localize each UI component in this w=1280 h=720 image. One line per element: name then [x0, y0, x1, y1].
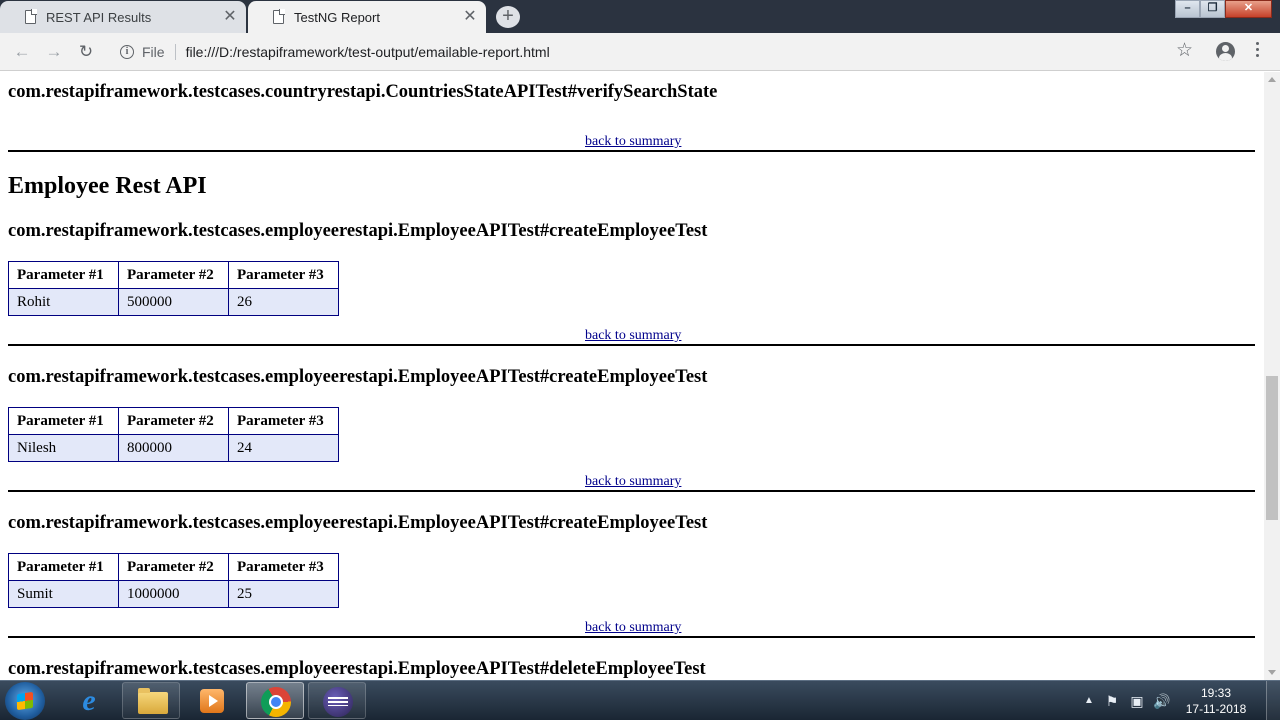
file-explorer-icon	[138, 688, 168, 714]
table-cell: Sumit	[8, 580, 119, 608]
close-window-icon[interactable]: ✕	[1225, 0, 1272, 18]
document-icon	[273, 9, 285, 24]
group-title: Employee Rest API	[8, 173, 207, 199]
document-icon	[25, 9, 37, 24]
vertical-scrollbar[interactable]	[1264, 72, 1280, 680]
table-header-row: Parameter #1 Parameter #2 Parameter #3	[8, 261, 339, 289]
column-header: Parameter #3	[228, 553, 339, 581]
method-heading: com.restapiframework.testcases.countryre…	[8, 82, 718, 102]
account-icon[interactable]	[1216, 42, 1235, 61]
table-header-row: Parameter #1 Parameter #2 Parameter #3	[8, 553, 339, 581]
close-tab-icon[interactable]: ✕	[222, 9, 238, 25]
tab-title: TestNG Report	[294, 9, 380, 25]
scheme-chip: File	[142, 44, 165, 60]
scroll-up-arrow-icon[interactable]	[1268, 77, 1276, 82]
table-row: Rohit 500000 26	[8, 288, 339, 316]
taskbar-file-explorer[interactable]	[122, 682, 180, 719]
column-header: Parameter #2	[118, 553, 229, 581]
bookmark-star-icon[interactable]: ☆	[1176, 41, 1193, 61]
tab-strip: REST API Results ✕ TestNG Report ✕ + – ❐…	[0, 0, 1280, 33]
tab-rest-api-results[interactable]: REST API Results ✕	[0, 1, 246, 33]
media-player-icon	[200, 689, 224, 713]
page-viewport: com.restapiframework.testcases.countryre…	[0, 72, 1264, 680]
divider	[8, 490, 1255, 492]
divider	[8, 344, 1255, 346]
scroll-down-arrow-icon[interactable]	[1268, 670, 1276, 675]
new-tab-button[interactable]: +	[496, 6, 520, 28]
table-cell: 1000000	[118, 580, 229, 608]
column-header: Parameter #1	[8, 553, 119, 581]
start-button[interactable]	[5, 682, 45, 720]
method-heading: com.restapiframework.testcases.employeer…	[8, 367, 708, 387]
taskbar-media-player[interactable]	[183, 682, 241, 719]
minimize-icon[interactable]: –	[1175, 0, 1200, 18]
table-cell: 500000	[118, 288, 229, 316]
back-to-summary-link[interactable]: back to summary	[585, 474, 681, 490]
scrollbar-thumb[interactable]	[1266, 376, 1278, 520]
table-cell: Nilesh	[8, 434, 119, 462]
clock-time: 19:33	[1200, 686, 1232, 700]
method-heading: com.restapiframework.testcases.employeer…	[8, 513, 708, 533]
back-to-summary-link[interactable]: back to summary	[585, 328, 681, 344]
table-row: Sumit 1000000 25	[8, 580, 339, 608]
table-row: Nilesh 800000 24	[8, 434, 339, 462]
table-cell: 25	[228, 580, 339, 608]
show-hidden-icons-icon[interactable]: ▲	[1081, 693, 1097, 709]
table-header-row: Parameter #1 Parameter #2 Parameter #3	[8, 407, 339, 435]
tab-title: REST API Results	[46, 9, 152, 25]
close-tab-icon[interactable]: ✕	[462, 9, 478, 25]
taskbar-clock[interactable]: 19:33 17-11-2018	[1176, 685, 1256, 717]
column-header: Parameter #3	[228, 261, 339, 289]
table-cell: 26	[228, 288, 339, 316]
restore-icon[interactable]: ❐	[1200, 0, 1225, 18]
parameter-table: Parameter #1 Parameter #2 Parameter #3 N…	[8, 407, 339, 462]
column-header: Parameter #2	[118, 261, 229, 289]
divider	[174, 44, 176, 60]
table-cell: 800000	[118, 434, 229, 462]
column-header: Parameter #3	[228, 407, 339, 435]
network-icon[interactable]: ▣	[1129, 693, 1145, 709]
table-cell: 24	[228, 434, 339, 462]
taskbar-eclipse[interactable]	[308, 682, 366, 719]
table-cell: Rohit	[8, 288, 119, 316]
volume-icon[interactable]: 🔊	[1153, 693, 1170, 709]
divider	[8, 150, 1255, 152]
internet-explorer-icon: e	[82, 684, 96, 717]
action-center-flag-icon[interactable]: ⚑	[1104, 693, 1120, 709]
column-header: Parameter #1	[8, 261, 119, 289]
method-heading: com.restapiframework.testcases.employeer…	[8, 659, 706, 679]
forward-arrow-icon[interactable]: →	[43, 41, 65, 63]
taskbar-internet-explorer[interactable]: e	[60, 682, 118, 719]
eclipse-icon	[323, 687, 353, 717]
parameter-table: Parameter #1 Parameter #2 Parameter #3 S…	[8, 553, 339, 608]
chrome-icon	[261, 687, 291, 717]
back-arrow-icon[interactable]: ←	[11, 41, 33, 63]
taskbar-chrome[interactable]	[246, 682, 304, 719]
column-header: Parameter #1	[8, 407, 119, 435]
window-controls: – ❐ ✕	[1175, 0, 1272, 18]
url-text[interactable]: file:///D:/restapiframework/test-output/…	[186, 44, 550, 60]
back-to-summary-link[interactable]: back to summary	[585, 620, 681, 636]
info-icon[interactable]: i	[120, 45, 134, 59]
method-heading: com.restapiframework.testcases.employeer…	[8, 221, 708, 241]
tab-testng-report[interactable]: TestNG Report ✕	[248, 1, 486, 33]
reload-icon[interactable]: ↻	[75, 41, 97, 63]
column-header: Parameter #2	[118, 407, 229, 435]
address-bar[interactable]: i File file:///D:/restapiframework/test-…	[112, 37, 1204, 67]
divider	[8, 636, 1255, 638]
browser-toolbar: ← → ↻ i File file:///D:/restapiframework…	[0, 33, 1280, 71]
kebab-menu-icon[interactable]	[1256, 42, 1260, 60]
show-desktop-button[interactable]	[1266, 681, 1280, 720]
windows-taskbar: e ▲ ⚑ ▣ 🔊 19:33 17-11-2018	[0, 680, 1280, 720]
parameter-table: Parameter #1 Parameter #2 Parameter #3 R…	[8, 261, 339, 316]
back-to-summary-link[interactable]: back to summary	[585, 134, 681, 150]
clock-date: 17-11-2018	[1185, 702, 1247, 716]
